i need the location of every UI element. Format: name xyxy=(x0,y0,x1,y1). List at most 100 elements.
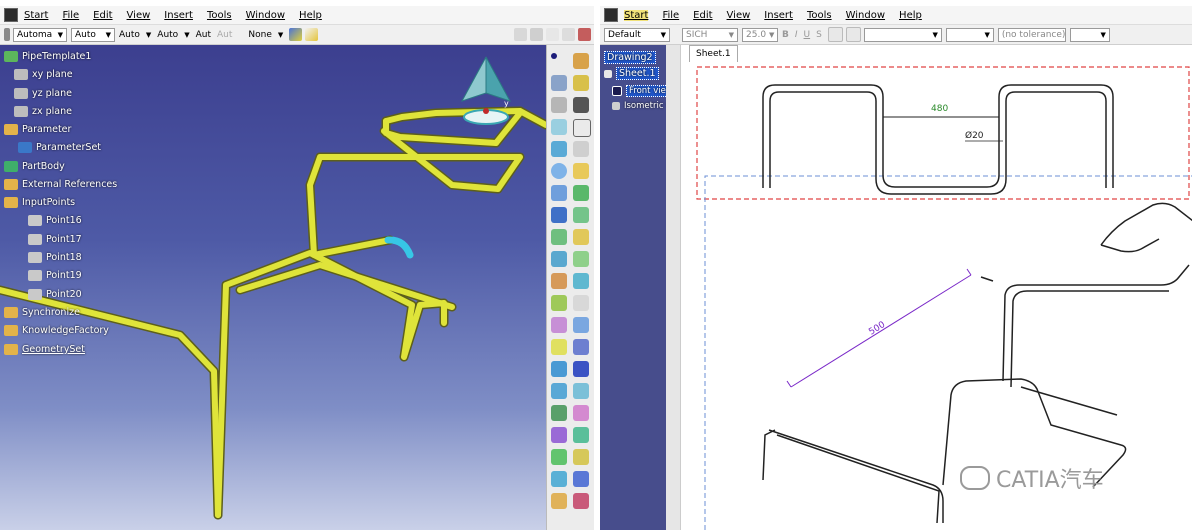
project-tool-icon[interactable] xyxy=(573,97,589,113)
tree-node-parameter[interactable]: Parameter xyxy=(4,124,71,135)
menu-file[interactable]: File xyxy=(662,10,679,21)
menu-help[interactable]: Help xyxy=(899,10,922,21)
graphic-properties-combo-1[interactable]: Automa ▼ xyxy=(13,27,67,42)
plane-tool-icon[interactable] xyxy=(551,97,567,113)
curvature-tool-icon[interactable] xyxy=(551,383,567,399)
menu-tools[interactable]: Tools xyxy=(807,10,832,21)
strikethrough-button[interactable]: S xyxy=(816,30,822,40)
tree-node-inputpoints[interactable]: InputPoints xyxy=(4,197,75,208)
extremum-tool-icon[interactable] xyxy=(551,339,567,355)
graphic-properties-combo-2[interactable]: Auto ▼ xyxy=(71,27,115,42)
point-tool-icon[interactable] xyxy=(551,53,557,59)
axis-tool-icon[interactable] xyxy=(573,317,589,333)
catalog-tool-icon[interactable] xyxy=(573,427,589,443)
menu-file[interactable]: File xyxy=(62,10,79,21)
tree-node-point20[interactable]: Point20 xyxy=(28,289,82,300)
check-tool-icon[interactable] xyxy=(573,119,591,137)
menu-start[interactable]: Start xyxy=(24,10,48,21)
compass-icon[interactable]: y xyxy=(446,49,526,129)
analysis-tool-icon[interactable] xyxy=(551,361,567,377)
front-view-frame[interactable] xyxy=(696,66,1190,200)
line-type-value[interactable]: Auto xyxy=(119,30,140,40)
menu-help[interactable]: Help xyxy=(299,10,322,21)
tree-scrollbar[interactable] xyxy=(666,45,680,530)
frame-icon[interactable] xyxy=(845,27,861,42)
translate-tool-icon[interactable] xyxy=(551,273,567,289)
toolbar-grip[interactable] xyxy=(4,28,10,41)
spline-tool-icon[interactable] xyxy=(573,141,589,157)
font-combo[interactable]: SICH ▼ xyxy=(682,27,738,42)
front-length-value[interactable]: 480 xyxy=(931,104,948,114)
tree-node-yz-plane[interactable]: yz plane xyxy=(14,88,72,99)
tree-node-external-references[interactable]: External References xyxy=(4,179,117,190)
3d-viewport[interactable]: y PipeTemplate1 xy plane yz plane zx pla… xyxy=(0,45,546,530)
blend-tool-icon[interactable] xyxy=(551,471,567,487)
eraser-icon[interactable] xyxy=(546,28,559,41)
sweep-tool-icon[interactable] xyxy=(573,163,589,179)
draft-tool-icon[interactable] xyxy=(551,405,567,421)
menu-edit[interactable]: Edit xyxy=(93,10,112,21)
copy-tool-icon[interactable] xyxy=(573,339,589,355)
tree-node-partbody[interactable]: PartBody xyxy=(4,161,65,172)
tolerance-combo[interactable]: (no tolerance)▼ xyxy=(997,27,1066,42)
chevron-down-icon[interactable]: ▼ xyxy=(146,31,151,39)
scaling-tool-icon[interactable] xyxy=(573,295,589,311)
tree-node-pipetemplate[interactable]: PipeTemplate1 xyxy=(4,51,91,62)
surface-tool-icon[interactable] xyxy=(551,141,567,157)
isometric-view-frame[interactable] xyxy=(704,175,1192,530)
drawing-sheet[interactable]: Sheet.1 480 Ø20 500 xyxy=(680,45,1192,530)
abc-check-icon[interactable] xyxy=(514,28,527,41)
chevron-down-icon[interactable]: ▼ xyxy=(184,31,189,39)
painter-icon[interactable] xyxy=(289,28,303,41)
style-combo[interactable]: Default ▼ xyxy=(604,27,670,42)
catia-app-icon[interactable] xyxy=(4,8,18,22)
line-tool-icon[interactable] xyxy=(551,75,567,91)
connect-tool-icon[interactable] xyxy=(573,383,589,399)
font-size-combo[interactable]: 25.0 ▼ xyxy=(742,27,778,42)
tree-node-point17[interactable]: Point17 xyxy=(28,234,82,245)
fillet-tool-icon[interactable] xyxy=(551,251,567,267)
precision-combo[interactable]: ▼ xyxy=(1069,27,1110,42)
catia-app-icon[interactable] xyxy=(604,8,618,22)
trim-tool-icon[interactable] xyxy=(573,229,589,245)
circle-tool-icon[interactable] xyxy=(551,163,567,179)
tree-node-sheet[interactable]: Sheet.1 xyxy=(604,67,659,80)
menu-insert[interactable]: Insert xyxy=(164,10,193,21)
layer-combo-value[interactable]: None xyxy=(248,30,271,40)
line-thickness-value[interactable]: Auto xyxy=(157,30,178,40)
loft-tool-icon[interactable] xyxy=(573,471,589,487)
tree-node-drawing[interactable]: Drawing2 xyxy=(604,51,656,64)
menu-insert[interactable]: Insert xyxy=(764,10,793,21)
tree-node-synchronize[interactable]: Synchronize xyxy=(4,307,80,318)
bold-button[interactable]: B xyxy=(782,30,789,40)
menu-tools[interactable]: Tools xyxy=(207,10,232,21)
tree-node-geometryset[interactable]: GeometrySet xyxy=(4,344,85,355)
drawing-canvas[interactable]: 480 Ø20 500 xyxy=(681,45,1192,530)
tree-node-zx-plane[interactable]: zx plane xyxy=(14,106,72,117)
split-tool-icon[interactable] xyxy=(551,229,567,245)
join-tool-icon[interactable] xyxy=(573,207,589,223)
tree-node-point19[interactable]: Point19 xyxy=(28,270,82,281)
italic-button[interactable]: I xyxy=(795,30,798,40)
menu-view[interactable]: View xyxy=(727,10,751,21)
align-icon[interactable] xyxy=(827,27,843,42)
tolerance-type-combo[interactable]: ▼ xyxy=(945,27,994,42)
symmetry-tool-icon[interactable] xyxy=(551,295,567,311)
front-diameter-value[interactable]: Ø20 xyxy=(965,130,984,141)
underline-button[interactable]: U xyxy=(804,30,811,40)
extrude-tool-icon[interactable] xyxy=(573,75,589,91)
menu-view[interactable]: View xyxy=(127,10,151,21)
tree-node-xy-plane[interactable]: xy plane xyxy=(14,69,73,80)
menu-window[interactable]: Window xyxy=(846,10,885,21)
inverse-tool-icon[interactable] xyxy=(573,493,589,509)
fill-tool-icon[interactable] xyxy=(573,185,589,201)
tree-node-parameterset[interactable]: ParameterSet xyxy=(18,142,101,153)
helix-tool-icon[interactable] xyxy=(551,119,567,135)
law-tool-icon[interactable] xyxy=(551,449,567,465)
point-symbol-value[interactable]: Aut xyxy=(196,30,211,40)
grid-tool-icon[interactable] xyxy=(551,207,567,223)
measure-between-icon[interactable] xyxy=(573,405,589,421)
sketch-tool-icon[interactable] xyxy=(573,53,589,69)
pattern-tool-icon[interactable] xyxy=(551,317,567,333)
rotate-tool-icon[interactable] xyxy=(573,273,589,289)
